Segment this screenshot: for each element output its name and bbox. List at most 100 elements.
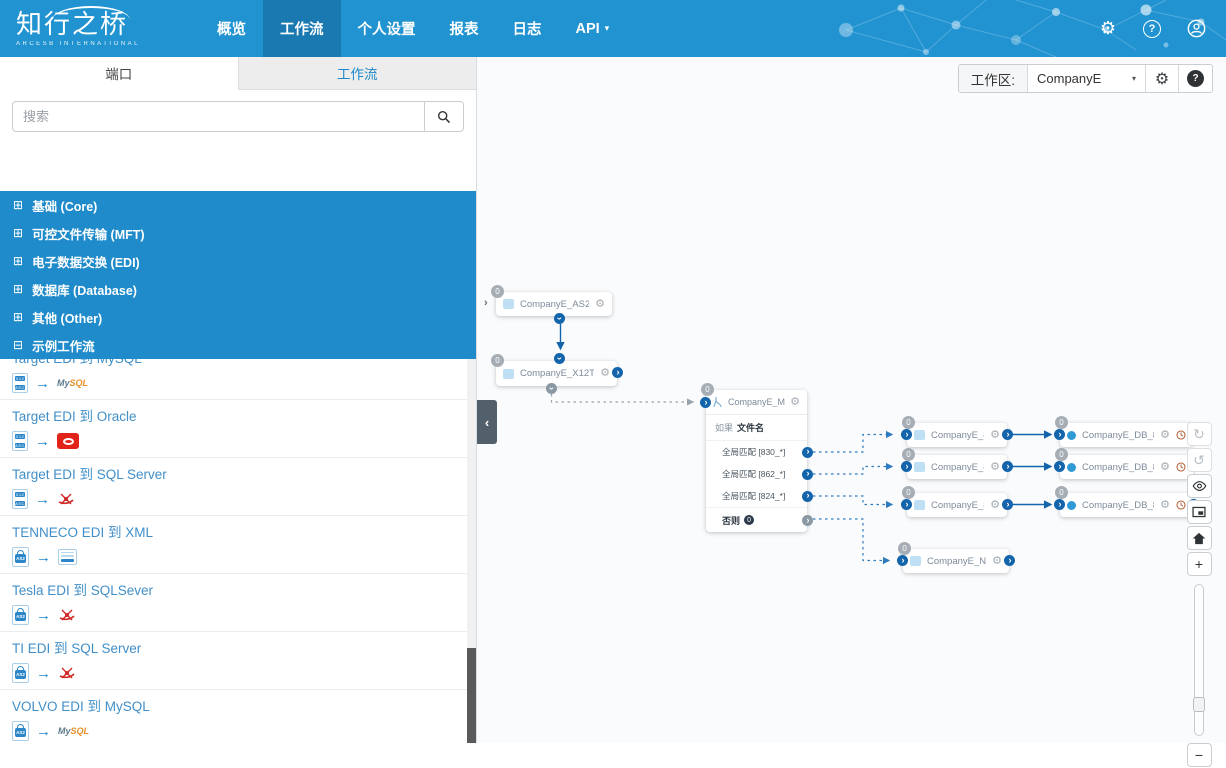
- node-settings-gear-icon[interactable]: ⚙: [990, 461, 1000, 473]
- output-port[interactable]: ›: [1002, 499, 1013, 510]
- input-port[interactable]: ›: [700, 397, 711, 408]
- match-node-header[interactable]: › CompanyE_Match ⚙: [700, 390, 807, 415]
- collapse-minus-icon: ⊟: [13, 338, 24, 352]
- export-image-button[interactable]: [1186, 500, 1212, 524]
- fit-home-button[interactable]: [1186, 526, 1212, 550]
- workflow-item-target-sqlserver[interactable]: Target EDI 到 SQL Server X12 ASC →: [0, 458, 467, 516]
- undo-button[interactable]: ↺: [1186, 448, 1212, 472]
- workspace-help-button[interactable]: ?: [1179, 65, 1212, 92]
- nav-item-personal-settings[interactable]: 个人设置: [341, 0, 433, 57]
- schedule-clock-icon[interactable]: [1176, 462, 1186, 472]
- search-input[interactable]: [12, 101, 424, 132]
- workflow-item-tesla-sqlserver[interactable]: Tesla EDI 到 SQLSever AS2 →: [0, 574, 467, 632]
- settings-gear-icon[interactable]: ⚙: [1098, 18, 1118, 39]
- schedule-clock-icon[interactable]: [1176, 500, 1186, 510]
- node-companye-862-in[interactable]: 0 › CompanyE_862_In ⚙ ›: [901, 448, 1013, 479]
- nav-item-overview[interactable]: 概览: [200, 0, 263, 57]
- zoom-in-button[interactable]: +: [1186, 552, 1212, 576]
- workflow-item-ti-sqlserver[interactable]: TI EDI 到 SQL Server AS2 →: [0, 632, 467, 690]
- app-logo[interactable]: 知行之桥 ARCESB INTERNATIONAL: [0, 0, 200, 57]
- output-port[interactable]: ›: [554, 313, 565, 324]
- nav-item-workflows[interactable]: 工作流: [263, 0, 341, 57]
- workspace-selected-value: CompanyE: [1037, 71, 1102, 86]
- workspace-select[interactable]: CompanyE ▾: [1028, 65, 1146, 92]
- expand-plus-icon: ⊞: [13, 254, 24, 268]
- output-port[interactable]: ›: [1002, 461, 1013, 472]
- node-settings-gear-icon[interactable]: ⚙: [790, 396, 800, 408]
- input-port[interactable]: ›: [1054, 461, 1065, 472]
- rule-output-port[interactable]: ›: [802, 468, 813, 480]
- input-port[interactable]: ›: [1054, 429, 1065, 440]
- node-companye-830-in[interactable]: 0 › CompanyE_830_In ⚙ ›: [901, 416, 1013, 447]
- node-label: CompanyE_AS2: [520, 298, 590, 310]
- help-icon[interactable]: ?: [1142, 19, 1162, 39]
- nav-item-api[interactable]: API ▾: [559, 0, 627, 57]
- receive-chevron-icon: ›: [484, 297, 488, 309]
- xml-converter-node-icon: [503, 368, 514, 379]
- flow-canvas[interactable]: ‹ 工作区: CompanyE ▾ ⚙ ? 0 › CompanyE_AS2 ⚙…: [477, 57, 1226, 767]
- match-rule-824[interactable]: 全局匹配 [824_*] ›: [706, 485, 813, 507]
- redo-button[interactable]: ↻: [1186, 422, 1212, 446]
- node-settings-gear-icon[interactable]: ⚙: [1160, 461, 1170, 473]
- node-settings-gear-icon[interactable]: ⚙: [990, 429, 1000, 441]
- sqlserver-icon: [59, 609, 75, 621]
- database-node-icon: [1067, 462, 1076, 472]
- else-output-port[interactable]: ›: [802, 515, 813, 526]
- workflow-item-volvo-mysql[interactable]: VOLVO EDI 到 MySQL AS2 → MySQL: [0, 690, 467, 743]
- sidebar-scrollbar-track[interactable]: [467, 300, 476, 743]
- category-other[interactable]: ⊞ 其他 (Other): [0, 303, 476, 331]
- sidebar-collapse-handle[interactable]: ‹: [477, 400, 497, 444]
- nav-item-reports[interactable]: 报表: [433, 0, 496, 57]
- output-port[interactable]: ›: [1004, 555, 1015, 566]
- node-settings-gear-icon[interactable]: ⚙: [1160, 429, 1170, 441]
- zoom-out-button[interactable]: −: [1186, 743, 1212, 767]
- rule-output-port[interactable]: ›: [802, 446, 813, 458]
- zoom-slider-thumb[interactable]: [1193, 697, 1205, 712]
- bottom-output-port[interactable]: ›: [546, 383, 557, 394]
- input-port[interactable]: ›: [554, 353, 565, 364]
- node-companye-824-in[interactable]: 0 › CompanyE_824_In ⚙ ›: [901, 486, 1013, 517]
- category-edi[interactable]: ⊞ 电子数据交换 (EDI): [0, 247, 476, 275]
- canvas-toolbar: ↻ ↺ + −: [1186, 422, 1212, 768]
- match-rule-862[interactable]: 全局匹配 [862_*] ›: [706, 463, 813, 485]
- nav-item-logs[interactable]: 日志: [496, 0, 559, 57]
- node-settings-gear-icon[interactable]: ⚙: [1160, 499, 1170, 511]
- preview-eye-button[interactable]: [1186, 474, 1212, 498]
- node-settings-gear-icon[interactable]: ⚙: [992, 555, 1002, 567]
- category-mft[interactable]: ⊞ 可控文件传输 (MFT): [0, 219, 476, 247]
- user-account-icon[interactable]: [1186, 19, 1206, 39]
- category-sample-workflows[interactable]: ⊟ 示例工作流: [0, 331, 476, 359]
- node-companye-x12toxml[interactable]: 0 › CompanyE_X12ToXML ⚙ › ›: [491, 353, 623, 394]
- workspace-settings-button[interactable]: ⚙: [1146, 65, 1179, 92]
- node-companye-as2[interactable]: 0 › CompanyE_AS2 ⚙ ›: [484, 285, 612, 324]
- node-companye-db-830-in[interactable]: 0 › CompanyE_DB_830_IN ⚙ ›: [1054, 416, 1199, 447]
- node-companye-match[interactable]: 0 › CompanyE_Match ⚙ 如果 文件名 全局匹配 [830_*]…: [700, 383, 813, 532]
- node-companye-db-862-in[interactable]: 0 › CompanyE_DB_862_IN ⚙ ›: [1054, 448, 1199, 479]
- match-rule-830[interactable]: 全局匹配 [830_*] ›: [706, 441, 813, 463]
- image-icon: [1192, 506, 1206, 518]
- schedule-clock-icon[interactable]: [1176, 430, 1186, 440]
- workflow-item-tenneco-xml[interactable]: TENNECO EDI 到 XML AS2 →: [0, 516, 467, 574]
- input-port[interactable]: ›: [1054, 499, 1065, 510]
- workflow-item-target-oracle[interactable]: Target EDI 到 Oracle X12 ASC →: [0, 400, 467, 458]
- node-companye-notify[interactable]: 0 › CompanyE_Notify ⚙ ›: [897, 542, 1015, 573]
- input-port[interactable]: ›: [901, 499, 912, 510]
- sidebar-scrollbar-thumb[interactable]: [467, 648, 476, 743]
- output-port[interactable]: ›: [612, 367, 623, 378]
- tab-workflows[interactable]: 工作流: [237, 57, 476, 89]
- node-companye-db-824[interactable]: 0 › CompanyE_DB_824 ⚙ ›: [1054, 486, 1199, 517]
- zoom-slider-track[interactable]: [1193, 584, 1205, 736]
- tab-ports[interactable]: 端口: [0, 57, 238, 90]
- node-settings-gear-icon[interactable]: ⚙: [600, 368, 610, 379]
- node-settings-gear-icon[interactable]: ⚙: [595, 298, 605, 310]
- match-else-row[interactable]: 否则 0 ›: [706, 507, 813, 532]
- output-port[interactable]: ›: [1002, 429, 1013, 440]
- node-settings-gear-icon[interactable]: ⚙: [990, 499, 1000, 511]
- input-port[interactable]: ›: [897, 555, 908, 566]
- category-core[interactable]: ⊞ 基础 (Core): [0, 191, 476, 219]
- category-database[interactable]: ⊞ 数据库 (Database): [0, 275, 476, 303]
- rule-output-port[interactable]: ›: [802, 490, 813, 502]
- search-button[interactable]: [424, 101, 464, 132]
- input-port[interactable]: ›: [901, 429, 912, 440]
- input-port[interactable]: ›: [901, 461, 912, 472]
